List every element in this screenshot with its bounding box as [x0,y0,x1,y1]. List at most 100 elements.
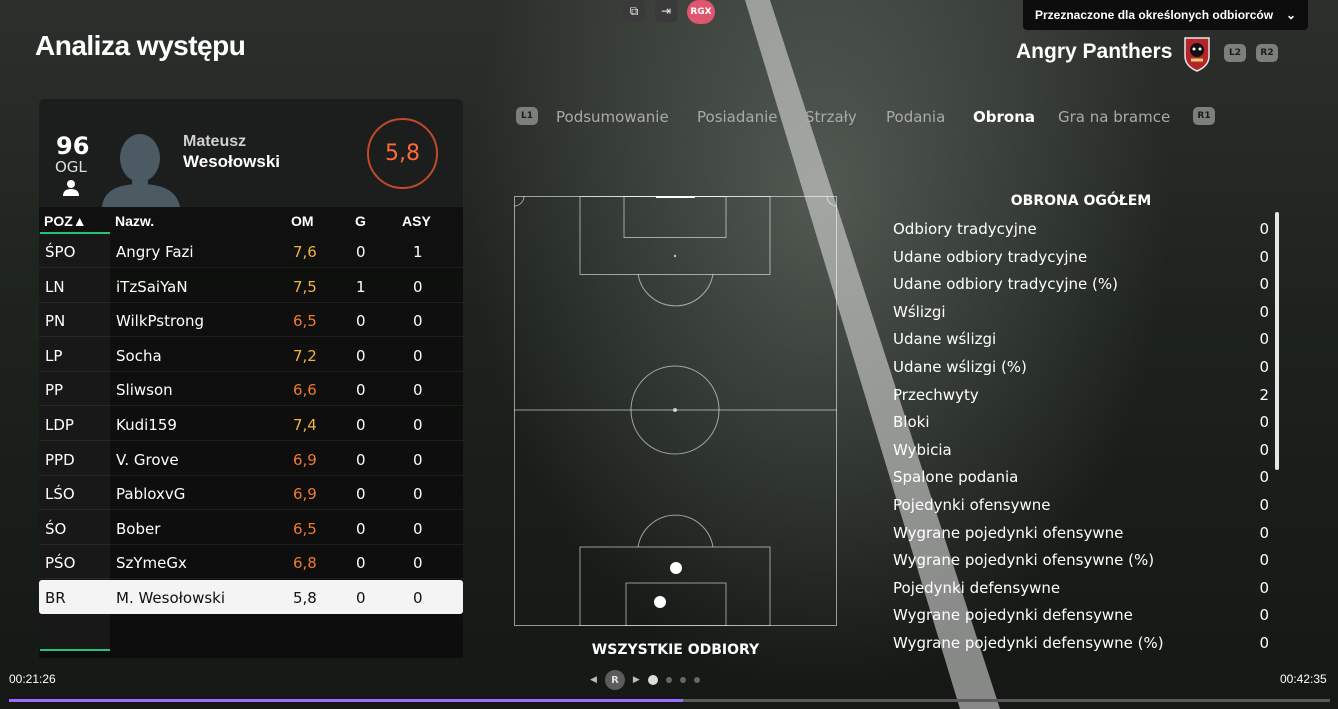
l2-button[interactable]: L2 [1224,44,1246,62]
player-assists: 0 [413,381,423,400]
tab-4[interactable]: Obrona [973,108,1035,126]
stat-row: Spalone podania 0 [893,464,1269,491]
table-row[interactable]: PPD V. Grove 6,9 0 0 [39,442,463,476]
stat-label: Wygrane pojedynki ofensywne (%) [893,551,1155,570]
tab-0[interactable]: Podsumowanie [556,108,669,126]
right-arrow-icon[interactable]: ▶ [633,675,640,685]
left-arrow-icon[interactable]: ◀ [590,675,597,685]
player-ovr: 96 [56,132,90,160]
stat-label: Bloki [893,413,930,432]
stat-value: 0 [1259,247,1269,266]
stat-row: Pojedynki defensywne 0 [893,575,1269,602]
duplicate-icon[interactable]: ⧉ [623,0,645,22]
player-assists: 1 [413,243,423,261]
table-row[interactable]: LN iTzSaiYaN 7,5 1 0 [39,269,463,303]
player-assists: 0 [413,554,423,573]
player-goals: 0 [356,519,366,538]
stat-value: 0 [1259,220,1269,238]
player-rating: 5,8 [367,118,438,189]
stat-value: 0 [1259,606,1269,625]
player-goals: 0 [356,312,366,331]
player-position: PP [45,381,64,400]
pitch-map [514,196,837,626]
tab-5[interactable]: Gra na bramce [1058,108,1170,126]
r1-button[interactable]: R1 [1193,107,1215,125]
stat-value: 0 [1259,468,1269,487]
exit-icon[interactable]: ⇥ [655,0,677,22]
rgx-badge[interactable]: RGX [687,0,715,24]
r2-button[interactable]: R2 [1256,44,1278,62]
table-row[interactable]: PŚO SzYmeGx 6,8 0 0 [39,545,463,580]
team-name: Angry Panthers [1016,40,1173,63]
player-position: BR [45,589,66,607]
table-row[interactable]: LDP Kudi159 7,4 0 0 [39,407,463,441]
tab-1[interactable]: Posiadanie [697,108,777,126]
stat-row: Wygrane pojedynki ofensywne 0 [893,520,1269,547]
player-om: 6,5 [293,519,317,538]
stat-label: Udane odbiory tradycyjne (%) [893,275,1118,294]
header-asy[interactable]: ASY [402,213,431,229]
stat-value: 0 [1259,275,1269,294]
player-assists: 0 [413,485,423,504]
player-position: LN [45,277,65,296]
table-row[interactable]: BR M. Wesołowski 5,8 0 0 [39,580,463,614]
player-position: ŚO [45,519,67,538]
stat-label: Udane wślizgi (%) [893,358,1027,376]
stat-value: 0 [1259,551,1269,570]
stat-label: Wygrane pojedynki defensywne [893,606,1133,625]
player-goals: 0 [356,243,366,261]
header-pos[interactable]: POZ▲ [44,213,87,229]
interception-marker [654,596,666,608]
player-goals: 0 [356,381,366,400]
player-om: 7,6 [293,243,317,261]
stat-value: 0 [1259,330,1269,349]
player-assists: 0 [413,519,423,538]
player-om: 7,2 [293,346,317,365]
page-dot[interactable] [693,677,700,683]
player-position: LŚO [45,485,75,504]
table-row[interactable]: ŚO Bober 6,5 0 0 [39,511,463,545]
player-goals: 0 [356,450,366,469]
table-row[interactable]: PP Sliwson 6,6 0 0 [39,372,463,407]
player-assists: 0 [413,450,423,469]
player-goals: 0 [356,554,366,573]
stat-label: Odbiory tradycyjne [893,220,1037,238]
header-name[interactable]: Nazw. [115,213,154,229]
page-dot[interactable] [665,677,672,683]
table-row[interactable]: LŚO PabloxvG 6,9 0 0 [39,476,463,511]
page-title: Analiza występu [35,30,246,61]
stat-label: Udane wślizgi [893,330,997,349]
tab-3[interactable]: Podania [886,108,945,126]
r-button[interactable]: R [604,670,625,690]
audience-dropdown[interactable]: Przeznaczone dla określonych odbiorców ⌄ [1023,0,1308,30]
l1-button[interactable]: L1 [516,107,538,125]
player-name: WilkPstrong [116,312,205,331]
player-position: PŚO [45,554,76,573]
player-first-name: Mateusz [183,133,247,150]
page-dot[interactable] [679,677,686,683]
stat-label: Przechwyty [893,385,979,404]
player-silhouette-icon [102,134,180,207]
chevron-down-icon: ⌄ [1285,8,1296,22]
stat-value: 0 [1259,358,1269,376]
audience-label: Przeznaczone dla określonych odbiorców [1035,8,1274,22]
player-name: Sliwson [116,381,173,400]
player-name: iTzSaiYaN [116,277,188,296]
stat-row: Udane wślizgi (%) 0 [893,354,1269,381]
page-dot[interactable] [647,675,658,685]
header-g[interactable]: G [355,213,366,229]
stat-row: Wygrane pojedynki ofensywne (%) 0 [893,547,1269,574]
table-row[interactable]: PN WilkPstrong 6,5 0 0 [39,303,463,338]
stat-row: Odbiory tradycyjne 0 [893,216,1269,243]
player-last-name: Wesołowski [183,152,280,171]
stats-scrollbar[interactable] [1275,212,1279,470]
stat-label: Spalone podania [893,468,1019,487]
table-row[interactable]: LP Socha 7,2 0 0 [39,338,463,372]
tab-2[interactable]: Strzały [805,108,857,126]
header-om[interactable]: OM [291,213,314,229]
player-goals: 0 [356,346,366,365]
stat-label: Pojedynki ofensywne [893,496,1051,514]
stat-row: Pojedynki ofensywne 0 [893,492,1269,519]
stat-row: Bloki 0 [893,409,1269,436]
table-row[interactable]: ŚPO Angry Fazi 7,6 0 1 [39,234,463,268]
